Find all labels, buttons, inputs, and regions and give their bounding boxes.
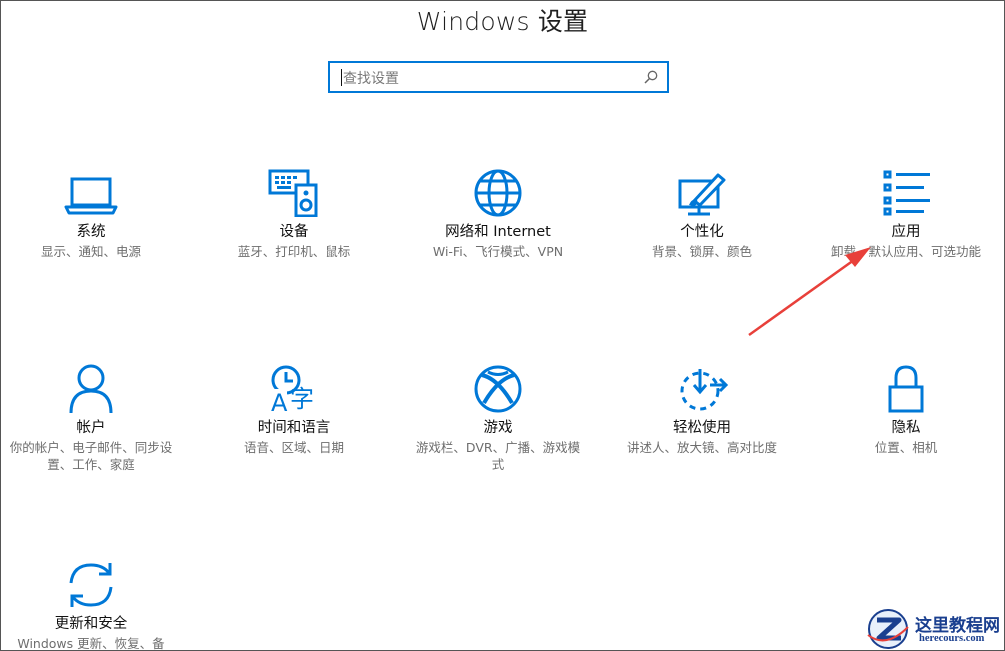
search-box[interactable]: 查找设置 <box>328 61 669 93</box>
search-icon[interactable] <box>643 69 659 85</box>
tile-name: 隐私 <box>891 420 921 436</box>
tile-desc: 位置、相机 <box>874 440 938 455</box>
tile-privacy[interactable]: 隐私 位置、相机 <box>811 363 1001 456</box>
tile-desc: 蓝牙、打印机、鼠标 <box>237 244 351 259</box>
tile-update-security[interactable]: 更新和安全 Windows 更新、恢复、备 <box>1 559 186 651</box>
tile-desc: Windows 更新、恢复、备 <box>17 636 165 651</box>
svg-text:A: A <box>271 389 288 413</box>
ease-of-access-icon <box>680 369 729 411</box>
tile-devices[interactable]: 设备 蓝牙、打印机、鼠标 <box>199 167 389 260</box>
watermark-url: herecours.com <box>919 633 985 644</box>
paintbrush-icon <box>678 173 726 216</box>
text-caret <box>341 69 342 86</box>
tile-gaming[interactable]: 游戏 游戏栏、DVR、广播、游戏模式 <box>403 363 593 473</box>
tile-name: 游戏 <box>483 420 513 436</box>
tile-name: 设备 <box>279 224 309 240</box>
lock-icon <box>888 365 924 413</box>
tile-desc: 你的帐户、电子邮件、同步设置、工作、家庭 <box>9 440 173 472</box>
tile-name: 时间和语言 <box>257 420 331 436</box>
search-input[interactable]: 查找设置 <box>343 68 399 88</box>
time-language-icon: A 字 <box>271 365 314 413</box>
tile-name: 网络和 Internet <box>445 224 551 240</box>
svg-text:字: 字 <box>290 385 314 413</box>
tile-time-language[interactable]: A 字 时间和语言 语音、区域、日期 <box>199 363 389 456</box>
tile-name: 应用 <box>891 224 921 240</box>
tile-desc: Wi-Fi、飞行模式、VPN <box>432 244 564 259</box>
page-title: Windows 设置 <box>416 7 589 36</box>
tile-desc: 讲述人、放大镜、高对比度 <box>626 440 777 455</box>
tile-system[interactable]: 系统 显示、通知、电源 <box>1 167 186 260</box>
settings-window: Windows 设置 查找设置 系统 显示、通知、电源 设备 蓝牙、打印机、鼠标… <box>0 0 1005 651</box>
tile-name: 轻松使用 <box>673 420 731 436</box>
tile-name: 系统 <box>76 224 106 240</box>
xbox-icon <box>474 365 522 413</box>
tile-desc: 语音、区域、日期 <box>243 440 344 455</box>
apps-list-icon <box>883 170 930 216</box>
tile-accounts[interactable]: 帐户 你的帐户、电子邮件、同步设置、工作、家庭 <box>1 363 186 473</box>
tile-name: 个性化 <box>680 224 724 240</box>
devices-icon <box>268 169 318 217</box>
tile-desc: 显示、通知、电源 <box>40 244 141 259</box>
tile-desc: 游戏栏、DVR、广播、游戏模式 <box>415 440 581 472</box>
person-icon <box>69 364 113 413</box>
tile-ease-of-access[interactable]: 轻松使用 讲述人、放大镜、高对比度 <box>607 363 797 456</box>
globe-icon <box>474 169 522 217</box>
tile-network[interactable]: 网络和 Internet Wi-Fi、飞行模式、VPN <box>403 167 593 260</box>
tile-name: 帐户 <box>76 420 106 436</box>
laptop-icon <box>64 177 118 215</box>
annotation-arrow <box>748 247 871 337</box>
tile-name: 更新和安全 <box>54 616 128 632</box>
sync-icon <box>69 563 113 607</box>
